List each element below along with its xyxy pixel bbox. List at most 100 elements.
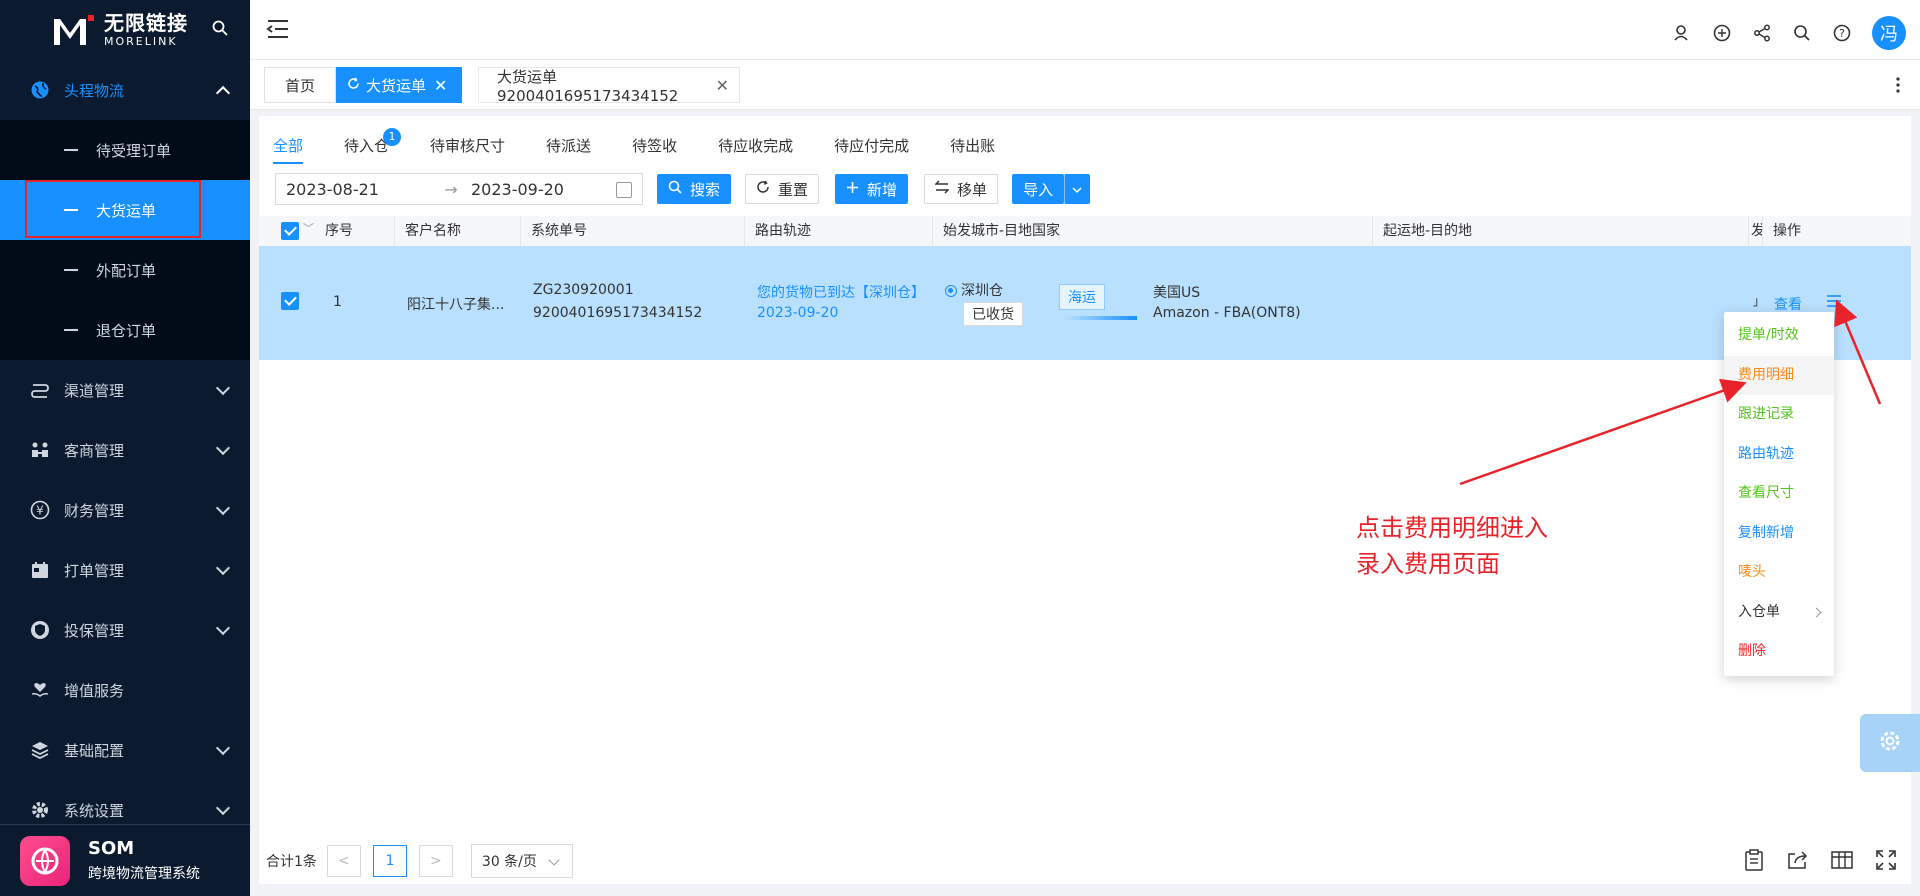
menu-item-route-track[interactable]: 路由轨迹 — [1724, 435, 1834, 475]
sidebar-subitem-bulk-waybill[interactable]: 大货运单 — [0, 180, 250, 240]
button-label: 重置 — [778, 180, 809, 199]
column-header-origin-dest-country: 始发城市-目地国家 — [933, 216, 1373, 246]
tab-label: 大货运单9200401695173434152 — [497, 67, 679, 105]
sidebar-item-label: 头程物流 — [64, 81, 125, 100]
search-icon — [668, 180, 682, 198]
status-tab-pending-delivery[interactable]: 待派送 — [546, 126, 591, 166]
date-end[interactable]: 2023-09-20 — [471, 180, 611, 199]
export-icon[interactable] — [1786, 848, 1810, 872]
chevron-right-icon — [1811, 607, 1822, 617]
sidebar-item-customers[interactable]: 客商管理 — [0, 420, 250, 480]
chevron-down-icon — [215, 560, 231, 576]
close-icon[interactable]: ✕ — [716, 76, 729, 95]
date-start[interactable]: 2023-08-21 — [286, 180, 436, 199]
columns-icon[interactable] — [1830, 848, 1854, 872]
submenu: 待受理订单 大货运单 外配订单 退仓订单 — [0, 120, 250, 360]
prev-page-button[interactable]: < — [326, 845, 361, 877]
menu-item-fee-details[interactable]: 费用明细 — [1724, 355, 1834, 395]
pagination: 合计1条 < 1 > 30 条/页 — [266, 844, 573, 878]
reset-button[interactable]: 重置 — [745, 174, 820, 204]
date-range-picker[interactable]: 2023-08-21 → 2023-09-20 — [275, 173, 643, 205]
tab-home[interactable]: 首页 — [264, 67, 336, 103]
menu-item-follow-up[interactable]: 跟进记录 — [1724, 395, 1834, 435]
select-all-checkbox[interactable] — [281, 222, 299, 240]
status-tab-label: 待应付完成 — [834, 137, 910, 155]
sidebar-item-label: 增值服务 — [64, 681, 125, 700]
status-tab-pending-size-review[interactable]: 待审核尺寸 — [430, 126, 505, 166]
sidebar-subitem-label: 外配订单 — [96, 261, 157, 280]
tab-bulk-waybill[interactable]: 大货运单 ✕ — [336, 67, 462, 103]
status-tab-label: 待派送 — [546, 137, 592, 155]
plus-icon — [846, 180, 859, 198]
menu-item-delete[interactable]: 删除 — [1724, 632, 1834, 672]
language-icon[interactable] — [1712, 23, 1732, 43]
sidebar-item-value-added[interactable]: 增值服务 — [0, 660, 250, 720]
move-order-button[interactable]: 移单 — [924, 174, 999, 204]
close-icon[interactable]: ✕ — [434, 76, 447, 95]
chevron-up-icon — [215, 85, 231, 101]
menu-item-bill-of-lading[interactable]: 提单/时效 — [1724, 316, 1834, 356]
sidebar-item-finance[interactable]: ¥ 财务管理 — [0, 480, 250, 540]
menu-item-inbound-sheet[interactable]: 入仓单 — [1724, 593, 1834, 633]
help-icon[interactable]: ? — [1832, 23, 1852, 43]
search-icon[interactable] — [212, 20, 230, 38]
button-label: 移单 — [957, 180, 988, 199]
fullscreen-icon[interactable] — [1874, 848, 1898, 872]
svg-text:¥: ¥ — [36, 504, 44, 518]
search-button[interactable]: 搜索 — [657, 174, 732, 204]
clipboard-icon[interactable] — [1742, 848, 1766, 872]
refresh-icon[interactable] — [347, 76, 360, 94]
system-no-primary: ZG230920001 — [533, 282, 634, 298]
calendar-icon[interactable] — [616, 182, 632, 198]
status-badge: 已收货 — [963, 302, 1023, 326]
sidebar-item-label: 打单管理 — [64, 561, 125, 580]
sidebar-item-base-config[interactable]: 基础配置 — [0, 720, 250, 780]
page-size-select[interactable]: 30 条/页 — [470, 844, 573, 878]
sidebar-item-printing[interactable]: 打单管理 — [0, 540, 250, 600]
menu-collapse-icon[interactable] — [266, 18, 290, 40]
column-header-partial: 发 — [1749, 216, 1763, 246]
status-tab-pending-signoff[interactable]: 待签收 — [632, 126, 677, 166]
partial-column-value: 」 — [1753, 294, 1766, 308]
brand-logo[interactable]: 无限链接 MORELINK — [0, 0, 250, 60]
sidebar-item-first-leg-logistics[interactable]: 头程物流 — [0, 60, 250, 120]
more-vertical-icon[interactable] — [1896, 76, 1900, 94]
chevron-down-icon — [215, 800, 231, 816]
page-number-current[interactable]: 1 — [372, 845, 407, 877]
shipping-progress-line — [1065, 316, 1137, 320]
menu-item-view-size[interactable]: 查看尺寸 — [1724, 474, 1834, 514]
import-split-button: 导入 — [1012, 174, 1091, 204]
sidebar-item-channel[interactable]: 渠道管理 — [0, 360, 250, 420]
import-button[interactable]: 导入 — [1012, 174, 1065, 204]
tab-waybill-detail[interactable]: 大货运单9200401695173434152 ✕ — [478, 67, 740, 105]
add-button[interactable]: 新增 — [835, 174, 909, 204]
sidebar-item-insurance[interactable]: 投保管理 — [0, 600, 250, 660]
chevron-down-icon — [215, 440, 231, 456]
search-icon[interactable] — [1792, 23, 1812, 43]
menu-item-shipping-mark[interactable]: 唛头 — [1724, 553, 1834, 593]
gear-icon — [1878, 729, 1902, 757]
user-switch-icon[interactable] — [1672, 23, 1692, 43]
row-checkbox[interactable] — [281, 292, 299, 310]
route-status-link[interactable]: 您的货物已到达【深圳仓】 — [757, 282, 925, 302]
status-tab-pending-billing[interactable]: 待出账 — [950, 126, 995, 166]
menu-item-copy-add[interactable]: 复制新增 — [1724, 514, 1834, 554]
morelink-logo-icon — [52, 13, 96, 47]
status-tab-label: 待审核尺寸 — [430, 137, 506, 155]
status-tab-pending-receivable[interactable]: 待应收完成 — [718, 126, 793, 166]
avatar[interactable]: 冯 — [1872, 16, 1906, 50]
status-tab-all[interactable]: 全部 — [273, 126, 304, 166]
settings-float-button[interactable] — [1860, 714, 1920, 772]
status-tab-pending-inbound[interactable]: 待入仓 1 — [344, 126, 402, 166]
chevron-down-icon[interactable]: ﹀ — [303, 214, 314, 244]
share-icon[interactable] — [1752, 23, 1772, 43]
more-actions-icon[interactable] — [1826, 294, 1842, 312]
sidebar-subitem-pending-orders[interactable]: 待受理订单 — [0, 120, 250, 180]
sidebar-subitem-return-orders[interactable]: 退仓订单 — [0, 300, 250, 360]
import-dropdown-toggle[interactable] — [1064, 174, 1091, 204]
next-page-button[interactable]: > — [418, 845, 453, 877]
status-tab-pending-payable[interactable]: 待应付完成 — [834, 126, 909, 166]
view-link[interactable]: 查看 — [1774, 294, 1802, 314]
table-row[interactable]: 1 阳江十八子集... ZG230920001 9200401695173434… — [259, 246, 1911, 360]
sidebar-subitem-external-orders[interactable]: 外配订单 — [0, 240, 250, 300]
